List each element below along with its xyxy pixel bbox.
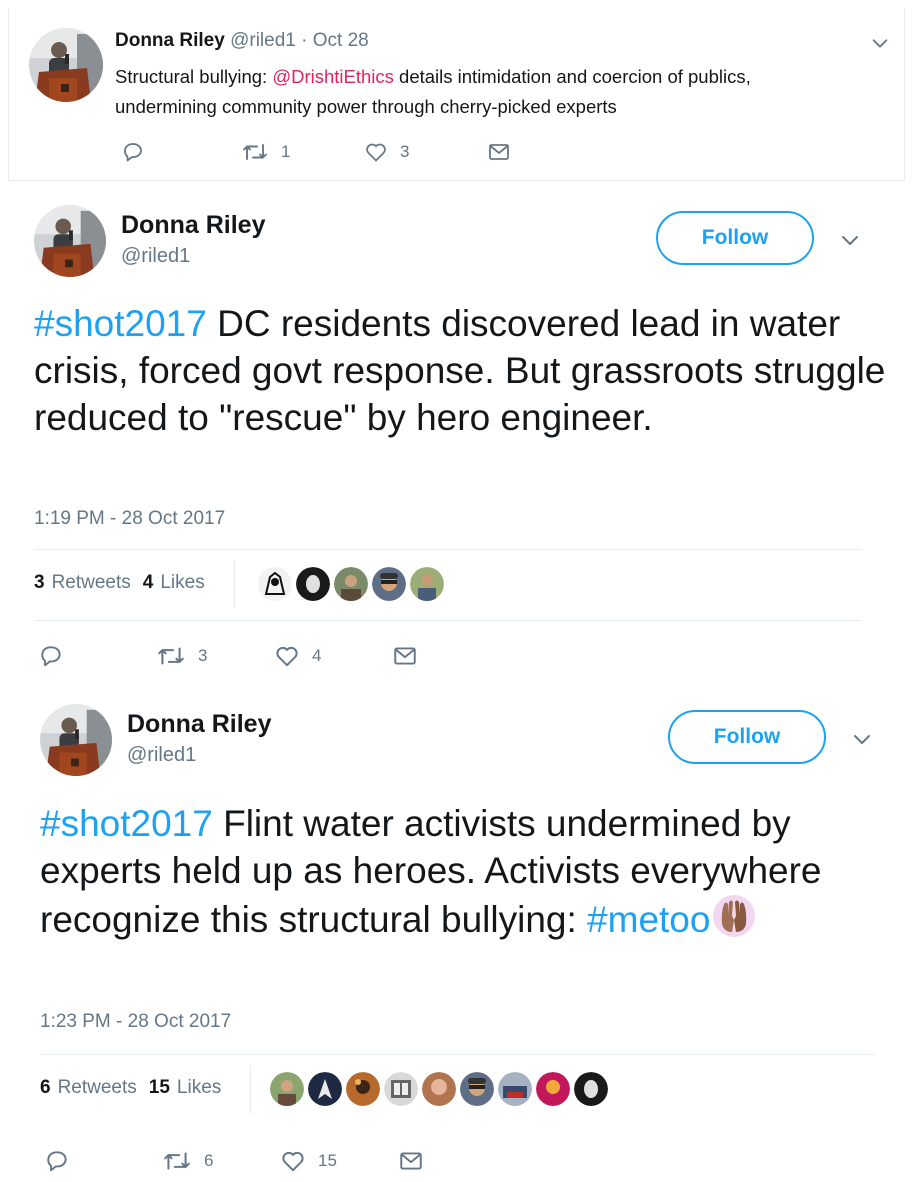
direct-message-button[interactable] bbox=[487, 139, 511, 165]
retweet-icon bbox=[156, 643, 186, 669]
liker-avatar[interactable] bbox=[498, 1072, 532, 1106]
retweet-button[interactable]: 1 bbox=[241, 139, 290, 165]
liker-avatar[interactable] bbox=[270, 1072, 304, 1106]
timestamp[interactable]: 1:19 PM - 28 Oct 2017 bbox=[34, 508, 225, 530]
tweet-actions: 1 3 bbox=[121, 139, 541, 165]
chevron-down-icon[interactable] bbox=[869, 32, 891, 54]
follow-button[interactable]: Follow bbox=[668, 710, 826, 764]
retweets-label: Retweets bbox=[51, 572, 131, 593]
liker-avatar[interactable] bbox=[460, 1072, 494, 1106]
engagement-stats: 3 Retweets 4 Likes bbox=[34, 572, 217, 594]
like-button[interactable]: 4 bbox=[274, 643, 321, 669]
like-count: 15 bbox=[318, 1151, 337, 1170]
author-name[interactable]: Donna Riley bbox=[115, 30, 225, 51]
liker-avatar[interactable] bbox=[384, 1072, 418, 1106]
tweet-expanded: Donna Riley @riled1 Follow #shot2017 DC … bbox=[0, 190, 913, 680]
liker-avatar[interactable] bbox=[536, 1072, 570, 1106]
retweet-icon bbox=[162, 1148, 192, 1174]
liker-avatar[interactable] bbox=[296, 567, 330, 601]
retweet-button[interactable]: 6 bbox=[162, 1148, 213, 1174]
direct-message-icon bbox=[392, 643, 418, 669]
retweet-button[interactable]: 3 bbox=[156, 643, 207, 669]
tweet-expanded: Donna Riley @riled1 Follow #shot2017 Fli… bbox=[0, 690, 913, 1182]
reply-button[interactable] bbox=[121, 139, 145, 165]
reply-icon bbox=[121, 140, 145, 164]
engagement-stats: 6 Retweets 15 Likes bbox=[40, 1077, 233, 1099]
hashtag-link[interactable]: #shot2017 bbox=[34, 303, 207, 344]
tweet-date[interactable]: Oct 28 bbox=[313, 30, 369, 51]
retweet-count: 3 bbox=[198, 646, 208, 665]
tweet-compact[interactable]: Donna Riley @riled1 · Oct 28 Structural … bbox=[8, 8, 905, 181]
liker-avatar[interactable] bbox=[410, 567, 444, 601]
tweet-text: #shot2017 DC residents discovered lead i… bbox=[34, 300, 894, 441]
liker-avatar[interactable] bbox=[308, 1072, 342, 1106]
retweet-count: 1 bbox=[281, 142, 291, 161]
liker-avatar[interactable] bbox=[334, 567, 368, 601]
author-name[interactable]: Donna Riley bbox=[121, 211, 265, 240]
like-icon bbox=[280, 1148, 306, 1174]
divider bbox=[34, 549, 862, 550]
like-icon bbox=[274, 643, 300, 669]
liker-avatar[interactable] bbox=[422, 1072, 456, 1106]
likes-stat[interactable]: 15 Likes bbox=[149, 1077, 222, 1099]
retweets-count: 6 bbox=[40, 1077, 51, 1098]
author-handle[interactable]: @riled1 bbox=[127, 744, 196, 767]
retweets-stat[interactable]: 6 Retweets bbox=[40, 1077, 137, 1099]
reply-button[interactable] bbox=[38, 643, 64, 669]
divider bbox=[40, 1054, 875, 1055]
like-icon bbox=[364, 140, 388, 164]
direct-message-icon bbox=[398, 1148, 424, 1174]
hashtag-link[interactable]: #shot2017 bbox=[40, 803, 213, 844]
retweet-icon bbox=[241, 140, 269, 164]
timestamp[interactable]: 1:23 PM - 28 Oct 2017 bbox=[40, 1011, 231, 1033]
likes-stat[interactable]: 4 Likes bbox=[143, 572, 205, 594]
avatar[interactable] bbox=[34, 205, 106, 277]
direct-message-button[interactable] bbox=[392, 643, 418, 669]
tweet-text-part: Structural bullying: bbox=[115, 66, 273, 87]
author-name[interactable]: Donna Riley bbox=[127, 710, 271, 739]
separator: · bbox=[301, 30, 308, 51]
likes-count: 15 bbox=[148, 1077, 170, 1098]
mention-link[interactable]: @DrishtiEthics bbox=[272, 66, 394, 87]
chevron-down-icon[interactable] bbox=[838, 228, 862, 252]
liker-avatar[interactable] bbox=[372, 567, 406, 601]
likes-count: 4 bbox=[142, 572, 154, 593]
author-handle[interactable]: @riled1 bbox=[230, 30, 296, 51]
likes-label: Likes bbox=[160, 572, 205, 593]
raised-hands-emoji bbox=[712, 894, 756, 949]
like-button[interactable]: 15 bbox=[280, 1148, 337, 1174]
divider bbox=[234, 560, 235, 608]
retweets-stat[interactable]: 3 Retweets bbox=[34, 572, 131, 594]
liker-avatar[interactable] bbox=[574, 1072, 608, 1106]
retweets-label: Retweets bbox=[57, 1077, 137, 1098]
tweet-text: #shot2017 Flint water activists undermin… bbox=[40, 800, 900, 949]
likes-label: Likes bbox=[176, 1077, 222, 1098]
reply-icon bbox=[38, 643, 64, 669]
reply-button[interactable] bbox=[44, 1148, 70, 1174]
tweet-text: Structural bullying: @DrishtiEthics deta… bbox=[115, 62, 835, 122]
avatar[interactable] bbox=[29, 28, 103, 102]
follow-button[interactable]: Follow bbox=[656, 211, 814, 265]
like-button[interactable]: 3 bbox=[364, 139, 409, 165]
divider bbox=[34, 620, 862, 621]
avatar[interactable] bbox=[40, 704, 112, 776]
tweet-header: Donna Riley @riled1 · Oct 28 bbox=[115, 29, 369, 53]
reply-icon bbox=[44, 1148, 70, 1174]
author-handle[interactable]: @riled1 bbox=[121, 245, 190, 268]
direct-message-icon bbox=[487, 140, 511, 164]
direct-message-button[interactable] bbox=[398, 1148, 424, 1174]
chevron-down-icon[interactable] bbox=[850, 727, 874, 751]
hashtag-link[interactable]: #metoo bbox=[587, 899, 710, 940]
like-count: 4 bbox=[312, 646, 322, 665]
liker-avatar[interactable] bbox=[258, 567, 292, 601]
like-count: 3 bbox=[400, 142, 410, 161]
liker-avatar[interactable] bbox=[346, 1072, 380, 1106]
retweet-count: 6 bbox=[204, 1151, 214, 1170]
retweets-count: 3 bbox=[34, 572, 45, 593]
liker-avatars bbox=[258, 567, 444, 601]
tweet-actions: 6 15 bbox=[44, 1148, 484, 1176]
tweet-actions: 3 4 bbox=[38, 643, 478, 671]
liker-avatars bbox=[270, 1072, 608, 1106]
divider bbox=[250, 1065, 251, 1113]
